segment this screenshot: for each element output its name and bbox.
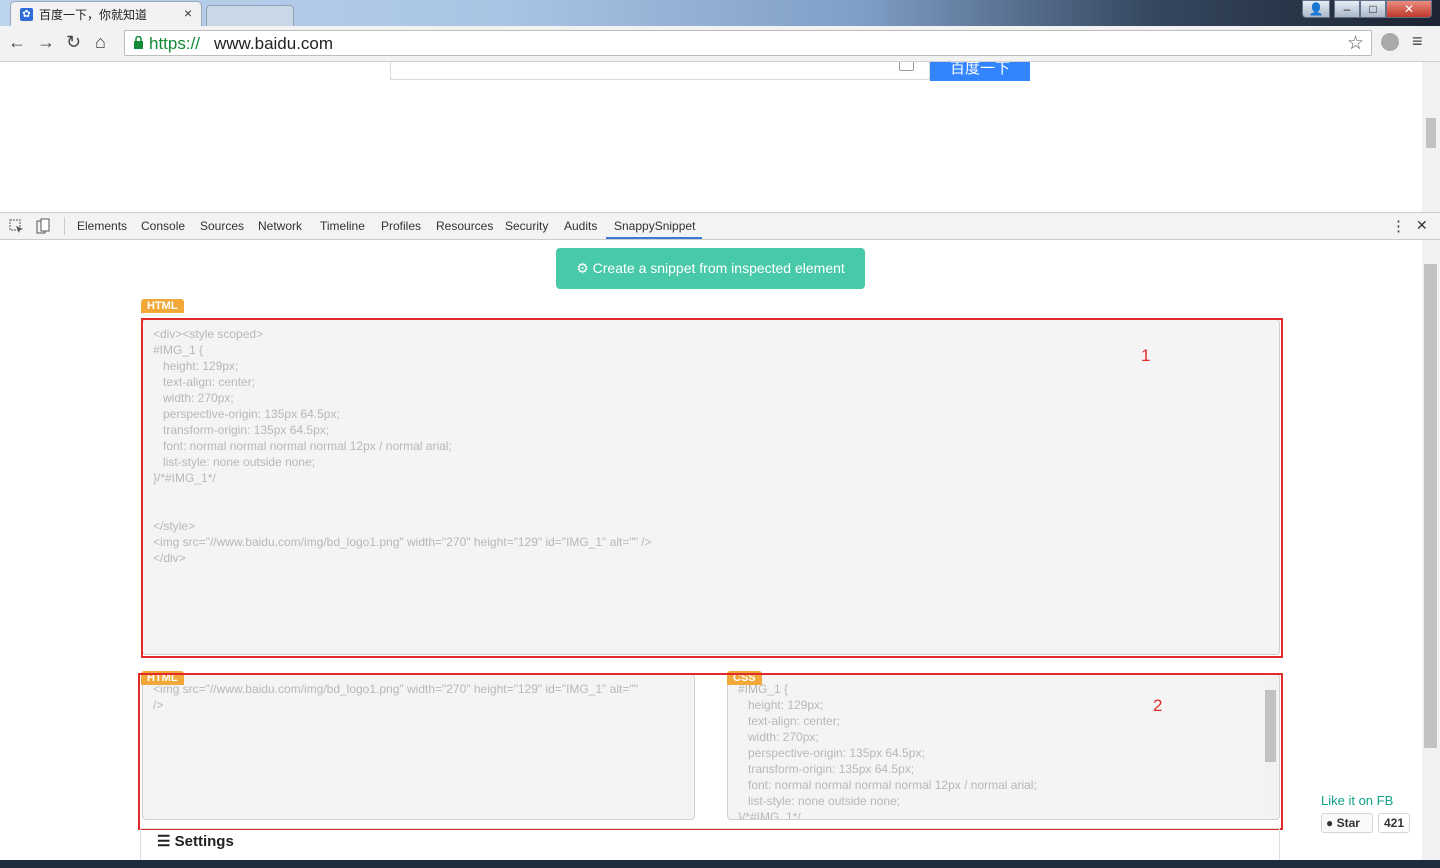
- browser-toolbar: ← → ↻ ⌂ https:// www.baidu.com ☆ ≡: [0, 26, 1440, 62]
- tab-console[interactable]: Console: [141, 219, 185, 233]
- page-viewport: 百度一下: [0, 62, 1422, 212]
- reload-icon[interactable]: ↻: [66, 32, 81, 53]
- forward-icon[interactable]: →: [37, 32, 55, 53]
- github-icon: ●: [1326, 816, 1334, 830]
- device-mode-icon[interactable]: [36, 218, 50, 234]
- home-icon[interactable]: ⌂: [95, 32, 106, 53]
- hamburger-icon: ☰: [157, 833, 171, 850]
- tab-network[interactable]: Network: [258, 219, 302, 233]
- browser-menu-icon[interactable]: ≡: [1412, 31, 1423, 52]
- lock-icon: [134, 36, 143, 49]
- window-title-bar: ✿ 百度一下，你就知道 × 👤 – □ ✕: [0, 0, 1440, 27]
- tab-security[interactable]: Security: [505, 219, 548, 233]
- user-profile-icon[interactable]: 👤: [1302, 0, 1330, 18]
- page-scrollbar-thumb[interactable]: [1426, 118, 1436, 148]
- annotation-label-2: 2: [1153, 696, 1163, 715]
- divider: [64, 217, 65, 235]
- maximize-button[interactable]: □: [1360, 0, 1386, 18]
- star-label: Star: [1336, 816, 1360, 830]
- extension-icon[interactable]: [1381, 33, 1399, 51]
- tab-close-icon[interactable]: ×: [184, 5, 192, 21]
- html-badge: HTML: [141, 299, 184, 313]
- tab-profiles[interactable]: Profiles: [381, 219, 421, 233]
- devtools-scrollbar[interactable]: [1422, 240, 1440, 860]
- settings-label: Settings: [174, 833, 234, 850]
- url-host: www.baidu.com: [214, 34, 334, 53]
- star-count: 421: [1378, 813, 1410, 833]
- tab-elements[interactable]: Elements: [77, 219, 127, 233]
- tab-timeline[interactable]: Timeline: [320, 219, 365, 233]
- baidu-search-button[interactable]: 百度一下: [930, 62, 1030, 81]
- baidu-search-input[interactable]: [390, 62, 930, 80]
- annotation-box-2: [138, 673, 1283, 830]
- annotation-label-1: 1: [1141, 346, 1151, 365]
- tab-sources[interactable]: Sources: [200, 219, 244, 233]
- baidu-paw-icon: ✿: [20, 8, 33, 21]
- minimize-button[interactable]: –: [1334, 0, 1360, 18]
- os-taskbar: [0, 860, 1440, 868]
- tab-audits[interactable]: Audits: [564, 219, 597, 233]
- active-tab-indicator: [606, 237, 702, 239]
- page-scrollbar[interactable]: [1422, 62, 1440, 212]
- devtools-tabbar: Elements Console Sources Network Timelin…: [0, 212, 1440, 240]
- inspect-element-icon[interactable]: [9, 219, 24, 234]
- gear-icon: ⚙: [576, 260, 589, 276]
- tab-snappysnippet[interactable]: SnappySnippet: [614, 219, 695, 233]
- create-snippet-label: Create a snippet from inspected element: [592, 260, 845, 276]
- github-star-button[interactable]: ● Star: [1321, 813, 1373, 833]
- devtools-scrollbar-thumb[interactable]: [1424, 264, 1437, 748]
- devtools-close-icon[interactable]: ✕: [1416, 217, 1428, 234]
- bookmark-star-icon[interactable]: ☆: [1347, 32, 1364, 55]
- tab-resources[interactable]: Resources: [436, 219, 493, 233]
- create-snippet-button[interactable]: ⚙ Create a snippet from inspected elemen…: [556, 248, 865, 289]
- tab-title: 百度一下，你就知道: [39, 8, 148, 22]
- like-fb-link[interactable]: Like it on FB: [1321, 793, 1393, 808]
- devtools-more-icon[interactable]: ⋮: [1391, 217, 1406, 235]
- tab-baidu[interactable]: ✿ 百度一下，你就知道 ×: [10, 1, 202, 27]
- snappysnippet-panel: ⚙ Create a snippet from inspected elemen…: [0, 240, 1422, 868]
- annotation-box-1: [141, 318, 1283, 658]
- address-bar[interactable]: https:// www.baidu.com ☆: [124, 30, 1372, 56]
- close-window-button[interactable]: ✕: [1386, 0, 1432, 18]
- url-scheme: https://: [149, 34, 201, 53]
- camera-icon[interactable]: [899, 62, 914, 71]
- back-icon[interactable]: ←: [8, 32, 26, 53]
- new-tab-button[interactable]: [206, 5, 294, 27]
